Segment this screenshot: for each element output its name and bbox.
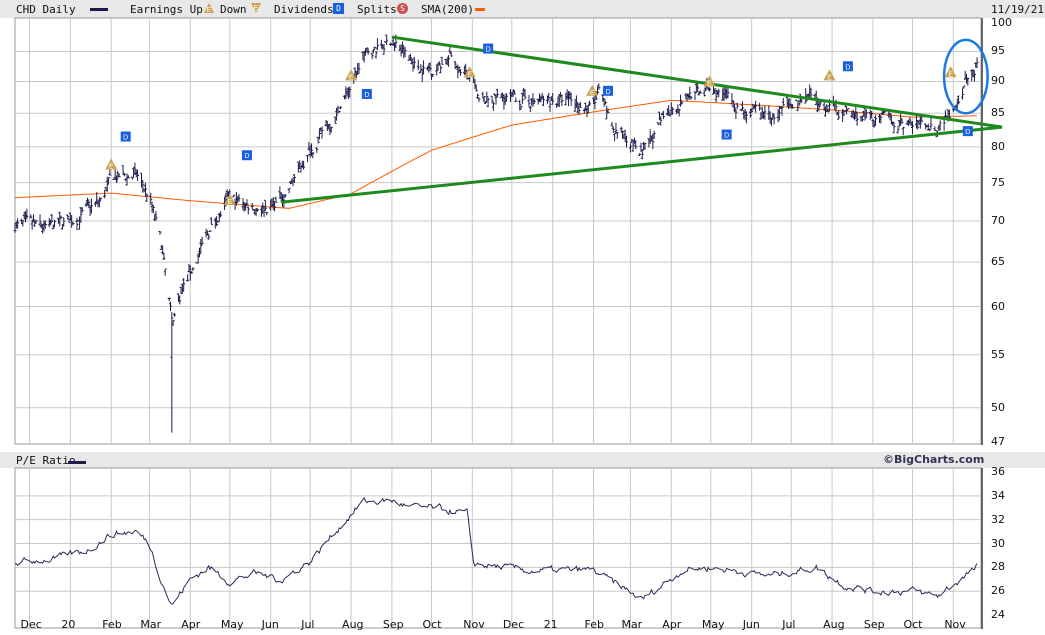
x-tick-label: Apr bbox=[181, 618, 201, 631]
earnings-glyph: E bbox=[827, 74, 832, 81]
x-tick-label: Jul bbox=[301, 618, 315, 631]
x-tick-label: Feb bbox=[102, 618, 122, 631]
dividend-glyph: D bbox=[845, 64, 850, 71]
price-tick-label: 50 bbox=[991, 400, 1005, 414]
x-tick-label: Jul bbox=[782, 618, 796, 631]
dividend-icon: D bbox=[241, 150, 252, 161]
price-tick-label: 60 bbox=[991, 299, 1005, 313]
x-tick-label: Aug bbox=[823, 618, 845, 631]
chart-svg: E E E E E E E E D D D D D D D D bbox=[13, 17, 1003, 629]
dividend-icon: D bbox=[721, 129, 732, 140]
earnings-glyph: E bbox=[467, 71, 472, 78]
x-tick-label: Apr bbox=[662, 618, 682, 631]
earnings-glyph: E bbox=[948, 71, 953, 78]
earnings-glyph: E bbox=[227, 199, 232, 206]
x-tick-label: 21 bbox=[543, 618, 558, 631]
dividend-glyph: D bbox=[123, 135, 128, 142]
x-tick-label: May bbox=[220, 618, 244, 631]
x-tick-label: Dec bbox=[20, 618, 42, 631]
pe-tick-label: 26 bbox=[991, 584, 1005, 598]
x-tick-label: Dec bbox=[502, 618, 525, 631]
earnings-glyph: E bbox=[109, 163, 114, 170]
x-tick-label: Oct bbox=[903, 618, 923, 631]
bigcharts-chart: CHD Daily Earnings Up E Down E Dividends… bbox=[0, 0, 1045, 635]
x-tick-label: May bbox=[701, 618, 725, 631]
x-tick-label: Oct bbox=[422, 618, 442, 631]
dividend-glyph: D bbox=[486, 47, 491, 54]
x-tick-label: 20 bbox=[61, 618, 76, 631]
pe-tick-label: 36 bbox=[991, 465, 1005, 478]
pe-pane bbox=[14, 467, 982, 629]
x-tick-label: Jun bbox=[261, 618, 279, 631]
price-tick-label: 75 bbox=[991, 175, 1005, 189]
x-tick-label: Jun bbox=[742, 618, 760, 631]
pe-tick-label: 32 bbox=[991, 512, 1005, 526]
x-tick-label: Feb bbox=[584, 618, 605, 631]
pe-tick-label: 34 bbox=[991, 488, 1005, 502]
price-tick-label: 47 bbox=[991, 435, 1005, 449]
dividend-icon: D bbox=[361, 88, 372, 99]
price-tick-label: 85 bbox=[991, 106, 1005, 120]
dividend-glyph: D bbox=[724, 132, 729, 139]
x-tick-label: Aug bbox=[342, 618, 364, 631]
price-tick-label: 70 bbox=[991, 213, 1005, 227]
x-tick-label: Mar bbox=[621, 618, 643, 631]
earnings-glyph: E bbox=[590, 90, 595, 97]
x-tick-label: Nov bbox=[463, 618, 485, 631]
pe-tick-label: 24 bbox=[991, 608, 1005, 622]
dividend-glyph: D bbox=[244, 153, 249, 160]
x-tick-label: Mar bbox=[140, 618, 162, 631]
earnings-glyph: E bbox=[349, 74, 354, 81]
dividend-glyph: D bbox=[364, 92, 369, 99]
price-tick-label: 95 bbox=[991, 44, 1005, 58]
x-tick-label: Sep bbox=[863, 618, 885, 631]
x-tick-label: Nov bbox=[944, 618, 966, 631]
price-tick-label: 65 bbox=[991, 255, 1005, 269]
dividend-glyph: D bbox=[606, 89, 611, 96]
dividend-icon: D bbox=[962, 126, 973, 137]
price-tick-label: 55 bbox=[991, 347, 1005, 361]
dividend-glyph: D bbox=[965, 129, 970, 136]
dividend-icon: D bbox=[842, 61, 853, 72]
dividend-icon: D bbox=[120, 131, 131, 142]
dividend-icon: D bbox=[603, 85, 614, 96]
earnings-glyph: E bbox=[707, 80, 712, 87]
price-tick-label: 100 bbox=[991, 16, 1012, 29]
price-tick-label: 80 bbox=[991, 139, 1005, 153]
dividend-icon: D bbox=[483, 43, 494, 54]
pe-tick-label: 30 bbox=[991, 536, 1005, 550]
price-tick-label: 90 bbox=[991, 74, 1005, 88]
x-tick-label: Sep bbox=[382, 618, 404, 631]
pe-tick-label: 28 bbox=[991, 560, 1005, 574]
